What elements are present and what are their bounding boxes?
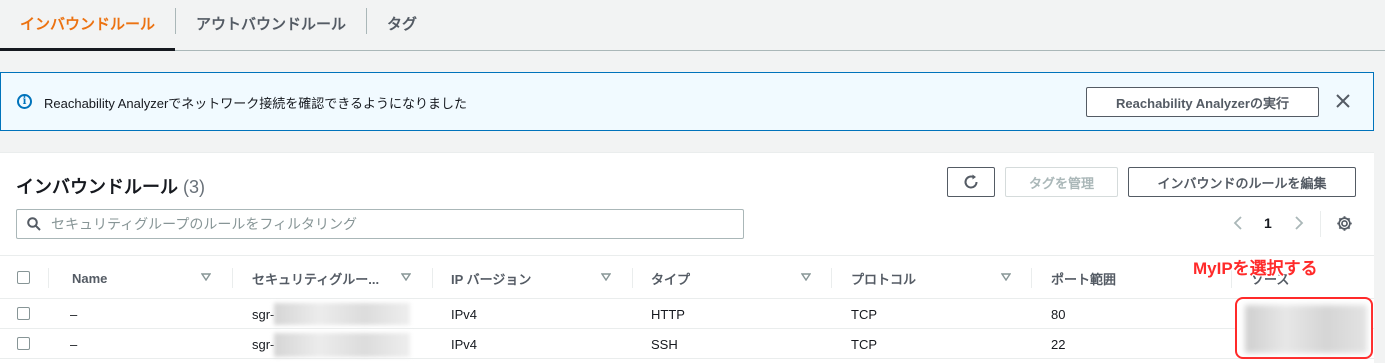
cell-type: SSH: [651, 337, 678, 352]
column-divider: [1031, 268, 1032, 288]
tab-inbound-rules[interactable]: インバウンドルール: [0, 0, 176, 51]
cell-security-group-rule-id[interactable]: sgr-: [252, 307, 274, 322]
sort-down-icon[interactable]: [801, 273, 811, 281]
cell-protocol: TCP: [851, 307, 877, 322]
panel-title-text: インバウンドルール: [16, 177, 178, 197]
row-checkbox[interactable]: [17, 337, 30, 350]
tab-tags[interactable]: タグ: [367, 0, 437, 50]
filter-search-box[interactable]: [16, 209, 744, 239]
settings-gear-icon[interactable]: [1336, 215, 1353, 232]
cell-name: –: [70, 337, 78, 352]
run-reachability-analyzer-button[interactable]: Reachability Analyzerの実行: [1086, 87, 1319, 117]
cell-security-group-rule-id[interactable]: sgr-: [252, 337, 274, 352]
edit-inbound-rules-button[interactable]: インバウンドのルールを編集: [1128, 167, 1356, 197]
table-row[interactable]: – sgr- IPv4 SSH TCP 22: [0, 329, 1374, 359]
pager-divider: [1320, 211, 1321, 237]
cell-ip-version: IPv4: [451, 307, 478, 322]
refresh-icon: [964, 174, 978, 189]
filter-search-input[interactable]: [51, 210, 731, 238]
sort-down-icon[interactable]: [401, 273, 411, 281]
annotation-label: MyIPを選択する: [1193, 259, 1318, 278]
table-header: Name セキュリティグルー... IP バージョン タイプ プロトコル ポート…: [0, 255, 1374, 299]
cell-type: HTTP: [651, 307, 685, 322]
manage-tags-button[interactable]: タグを管理: [1005, 167, 1118, 197]
cell-name: –: [70, 307, 78, 322]
sort-down-icon[interactable]: [601, 273, 611, 281]
page-number[interactable]: 1: [1264, 215, 1272, 231]
column-header-protocol[interactable]: プロトコル: [851, 256, 916, 300]
search-icon: [27, 217, 41, 231]
table-row[interactable]: – sgr- IPv4 HTTP TCP 80: [0, 299, 1374, 329]
column-divider: [831, 268, 832, 288]
sort-down-icon[interactable]: [201, 273, 211, 281]
redacted-id: [274, 303, 410, 325]
column-divider: [632, 268, 633, 288]
column-divider: [432, 268, 433, 288]
close-icon[interactable]: [1335, 93, 1351, 109]
sort-down-icon[interactable]: [1001, 273, 1011, 281]
column-header-ip-version[interactable]: IP バージョン: [451, 256, 531, 300]
column-divider: [48, 268, 49, 288]
rule-count: (3): [183, 177, 206, 197]
redacted-source: [1245, 305, 1367, 353]
refresh-button[interactable]: [947, 167, 995, 197]
panel-title: インバウンドルール (3): [16, 173, 205, 199]
column-divider: [232, 268, 233, 288]
annotation-highlight-box: [1235, 297, 1373, 359]
redacted-id: [274, 333, 410, 357]
next-page-icon[interactable]: [1294, 215, 1304, 231]
prev-page-icon[interactable]: [1233, 215, 1243, 231]
row-checkbox[interactable]: [17, 307, 30, 320]
column-header-security-group-rule[interactable]: セキュリティグルー...: [252, 256, 379, 300]
cell-port-range: 22: [1051, 337, 1066, 352]
column-header-type[interactable]: タイプ: [651, 256, 690, 300]
column-header-port-range[interactable]: ポート範囲: [1051, 256, 1116, 300]
cell-port-range: 80: [1051, 307, 1066, 322]
banner-message: Reachability Analyzerでネットワーク接続を確認できるようにな…: [44, 96, 468, 111]
cell-protocol: TCP: [851, 337, 877, 352]
tab-bar: インバウンドルール アウトバウンドルール タグ: [0, 0, 1385, 51]
column-header-name[interactable]: Name: [72, 256, 107, 300]
tab-outbound-rules[interactable]: アウトバウンドルール: [176, 0, 366, 50]
select-all-checkbox[interactable]: [17, 271, 30, 284]
cell-ip-version: IPv4: [451, 337, 478, 352]
info-icon: i: [17, 94, 32, 109]
